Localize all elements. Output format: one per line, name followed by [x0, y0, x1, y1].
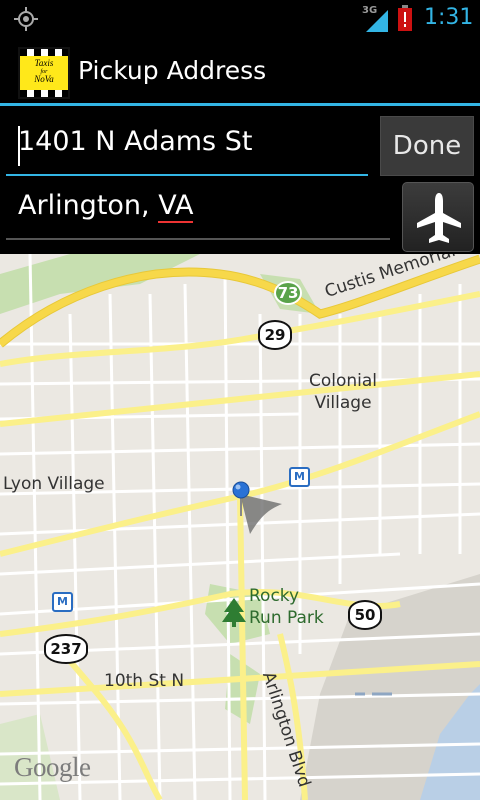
google-attribution: Google: [14, 752, 91, 782]
road-label-10th-st: 10th St N: [104, 671, 185, 691]
spellcheck-underline: VA: [158, 190, 194, 223]
place-label-lyon-village: Lyon Village: [3, 474, 105, 494]
street-address-input[interactable]: 1401 N Adams St: [6, 112, 368, 176]
metro-icon: M: [289, 467, 310, 487]
action-bar: Taxis for NoVa Pickup Address: [0, 38, 480, 106]
map-roads: [0, 254, 480, 800]
clock: 1:31: [424, 5, 474, 30]
street-address-value: 1401 N Adams St: [18, 126, 253, 157]
page-title: Pickup Address: [78, 56, 267, 85]
text-caret: [18, 126, 20, 166]
map-view[interactable]: Custis Memorial P Colonial Village Lyon …: [0, 254, 480, 800]
route-237-shield: 237: [44, 634, 88, 664]
logo-text-line3: NoVa: [34, 74, 54, 84]
route-73-shield: 73: [274, 281, 302, 305]
gps-icon: [14, 7, 38, 31]
route-29-shield: 29: [258, 320, 292, 350]
app-logo[interactable]: Taxis for NoVa: [18, 47, 70, 99]
airport-button[interactable]: [402, 182, 474, 252]
route-50-shield: 50: [348, 600, 382, 630]
done-button[interactable]: Done: [380, 116, 474, 176]
metro-icon: M: [52, 592, 73, 612]
status-bar: 3G 1:31: [0, 0, 480, 38]
address-form: 1401 N Adams St Done Arlington, VA: [0, 106, 480, 254]
battery-alert-icon: [398, 5, 412, 31]
city-state-input[interactable]: Arlington, VA: [6, 176, 390, 240]
place-label-colonial-village: Colonial Village: [308, 371, 378, 413]
place-label-rocky-run-park: Rocky Run Park: [249, 586, 324, 628]
city-state-value: Arlington, VA: [18, 190, 194, 223]
signal-icon: 3G: [362, 5, 390, 32]
airplane-icon: [417, 193, 461, 243]
logo-text-line1: Taxis: [34, 58, 54, 68]
